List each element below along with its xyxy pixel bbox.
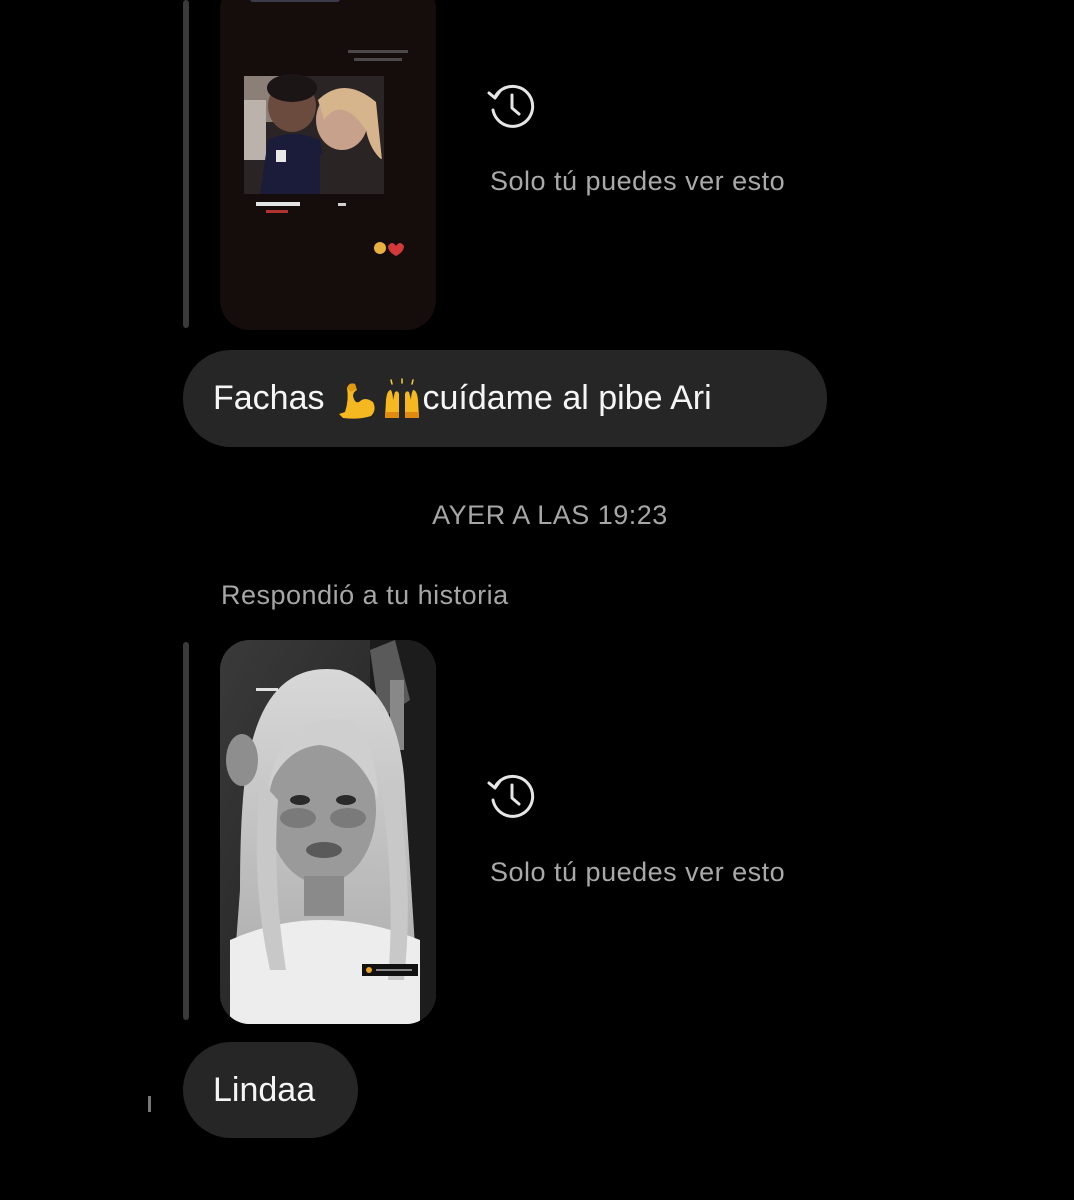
message-text-suffix: cuídame al pibe Ari xyxy=(422,379,712,417)
message-bubble[interactable]: Lindaa xyxy=(183,1042,358,1138)
scroll-indicator xyxy=(148,1096,151,1112)
chat-thread: Solo tú puedes ver esto Fachas cuídame a… xyxy=(0,0,1074,1200)
replied-to-story-label: Respondió a tu historia xyxy=(221,580,509,610)
message-bubble[interactable]: Fachas cuídame al pibe Ari xyxy=(183,350,827,447)
story-thumbnail-selfie[interactable] xyxy=(220,640,436,1024)
expired-history-icon xyxy=(487,84,535,128)
only-you-can-see-notice: Solo tú puedes ver esto xyxy=(490,166,786,196)
flexed-biceps-emoji xyxy=(338,383,375,419)
raising-hands-emoji xyxy=(384,377,419,418)
message-text: Lindaa xyxy=(213,1070,316,1109)
reply-indicator-bar xyxy=(183,642,189,1020)
message-text-prefix: Fachas xyxy=(213,379,325,417)
message-timestamp: AYER A LAS 19:23 xyxy=(432,500,668,530)
story-thumbnail-couple[interactable] xyxy=(220,0,436,330)
reply-indicator-bar xyxy=(183,0,189,328)
expired-history-icon xyxy=(487,774,535,818)
story-photo-selfie-bw xyxy=(220,640,436,1024)
only-you-can-see-notice: Solo tú puedes ver esto xyxy=(490,857,786,887)
story-photo-couple xyxy=(220,0,436,330)
